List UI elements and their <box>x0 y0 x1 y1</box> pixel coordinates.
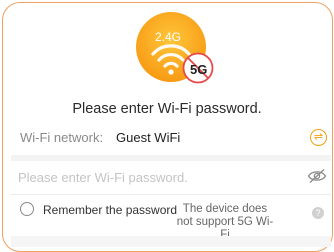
remember-password-label[interactable]: Remember the password <box>43 203 177 217</box>
wifi-network-label: Wi-Fi network: <box>20 130 104 145</box>
help-icon[interactable]: ? <box>312 207 324 219</box>
eye-off-icon <box>307 169 327 183</box>
wifi-network-name: Guest WiFi <box>116 130 181 145</box>
section-divider <box>11 155 331 161</box>
wifi-band-illustration: 2.4G 5G <box>133 12 220 90</box>
wifi-icon <box>136 12 214 84</box>
band-2-4g-label: 2.4G <box>155 30 182 44</box>
password-input[interactable] <box>18 166 288 188</box>
toggle-password-visibility-button[interactable] <box>307 168 327 184</box>
band-5g-label: 5G <box>190 62 208 77</box>
swap-icon: ⇌ <box>313 131 324 143</box>
remember-password-radio[interactable] <box>20 202 34 216</box>
switch-network-button[interactable]: ⇌ <box>310 129 327 146</box>
dialog-title: Please enter Wi-Fi password. <box>72 101 262 117</box>
input-divider <box>11 194 331 195</box>
bottom-section <box>11 236 331 247</box>
